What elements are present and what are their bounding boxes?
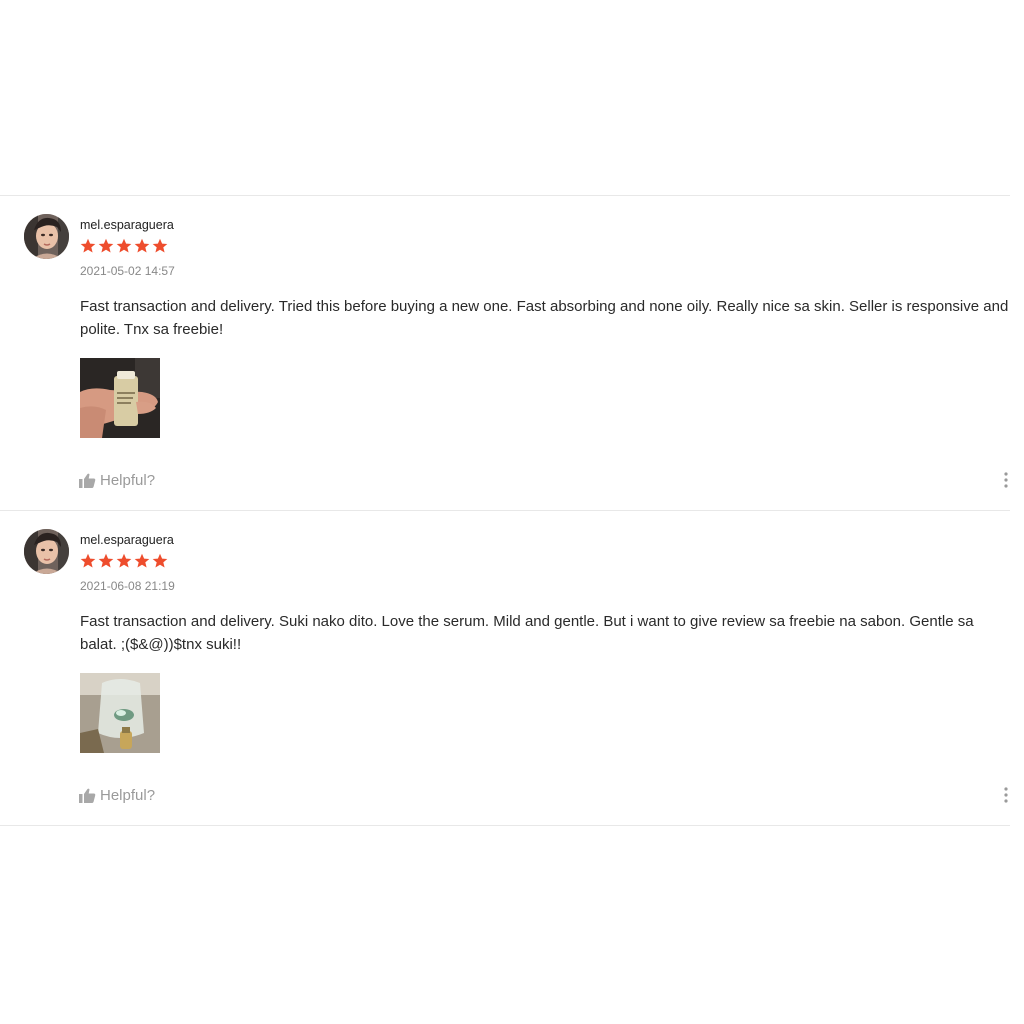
avatar[interactable] [24, 529, 69, 574]
star-icon [116, 553, 132, 568]
more-vertical-icon [1004, 472, 1008, 488]
helpful-label: Helpful? [100, 787, 156, 804]
avatar[interactable] [24, 214, 69, 259]
star-icon [152, 238, 168, 253]
thumbs-up-icon [79, 473, 96, 488]
star-icon [98, 238, 114, 253]
helpful-button[interactable]: Helpful? [79, 472, 155, 489]
reviews-page: mel.esparaguera 2021-05-02 14:57 Fast tr… [0, 0, 1024, 1024]
reviewer-username[interactable]: mel.esparaguera [80, 533, 174, 547]
thumbs-up-icon [79, 788, 96, 803]
star-rating [80, 553, 168, 569]
helpful-button[interactable]: Helpful? [79, 787, 155, 804]
star-icon [98, 553, 114, 568]
helpful-label: Helpful? [100, 472, 156, 489]
star-icon [80, 238, 96, 253]
review-timestamp: 2021-06-08 21:19 [80, 579, 175, 593]
more-vertical-icon [1004, 787, 1008, 803]
more-options-button[interactable] [1001, 786, 1011, 804]
reviewer-username[interactable]: mel.esparaguera [80, 218, 174, 232]
star-icon [134, 553, 150, 568]
divider [0, 825, 1010, 826]
review-comment: Fast transaction and delivery. Tried thi… [80, 298, 1009, 338]
review-timestamp: 2021-05-02 14:57 [80, 264, 175, 278]
star-icon [134, 238, 150, 253]
review-comment: Fast transaction and delivery. Suki nako… [80, 613, 974, 653]
review-photo[interactable] [80, 358, 160, 438]
review-item: mel.esparaguera 2021-06-08 21:19 Fast tr… [0, 511, 1010, 825]
review-item: mel.esparaguera 2021-05-02 14:57 Fast tr… [0, 196, 1010, 510]
review-photo[interactable] [80, 673, 160, 753]
star-icon [80, 553, 96, 568]
star-icon [152, 553, 168, 568]
more-options-button[interactable] [1001, 471, 1011, 489]
star-icon [116, 238, 132, 253]
star-rating [80, 238, 168, 254]
